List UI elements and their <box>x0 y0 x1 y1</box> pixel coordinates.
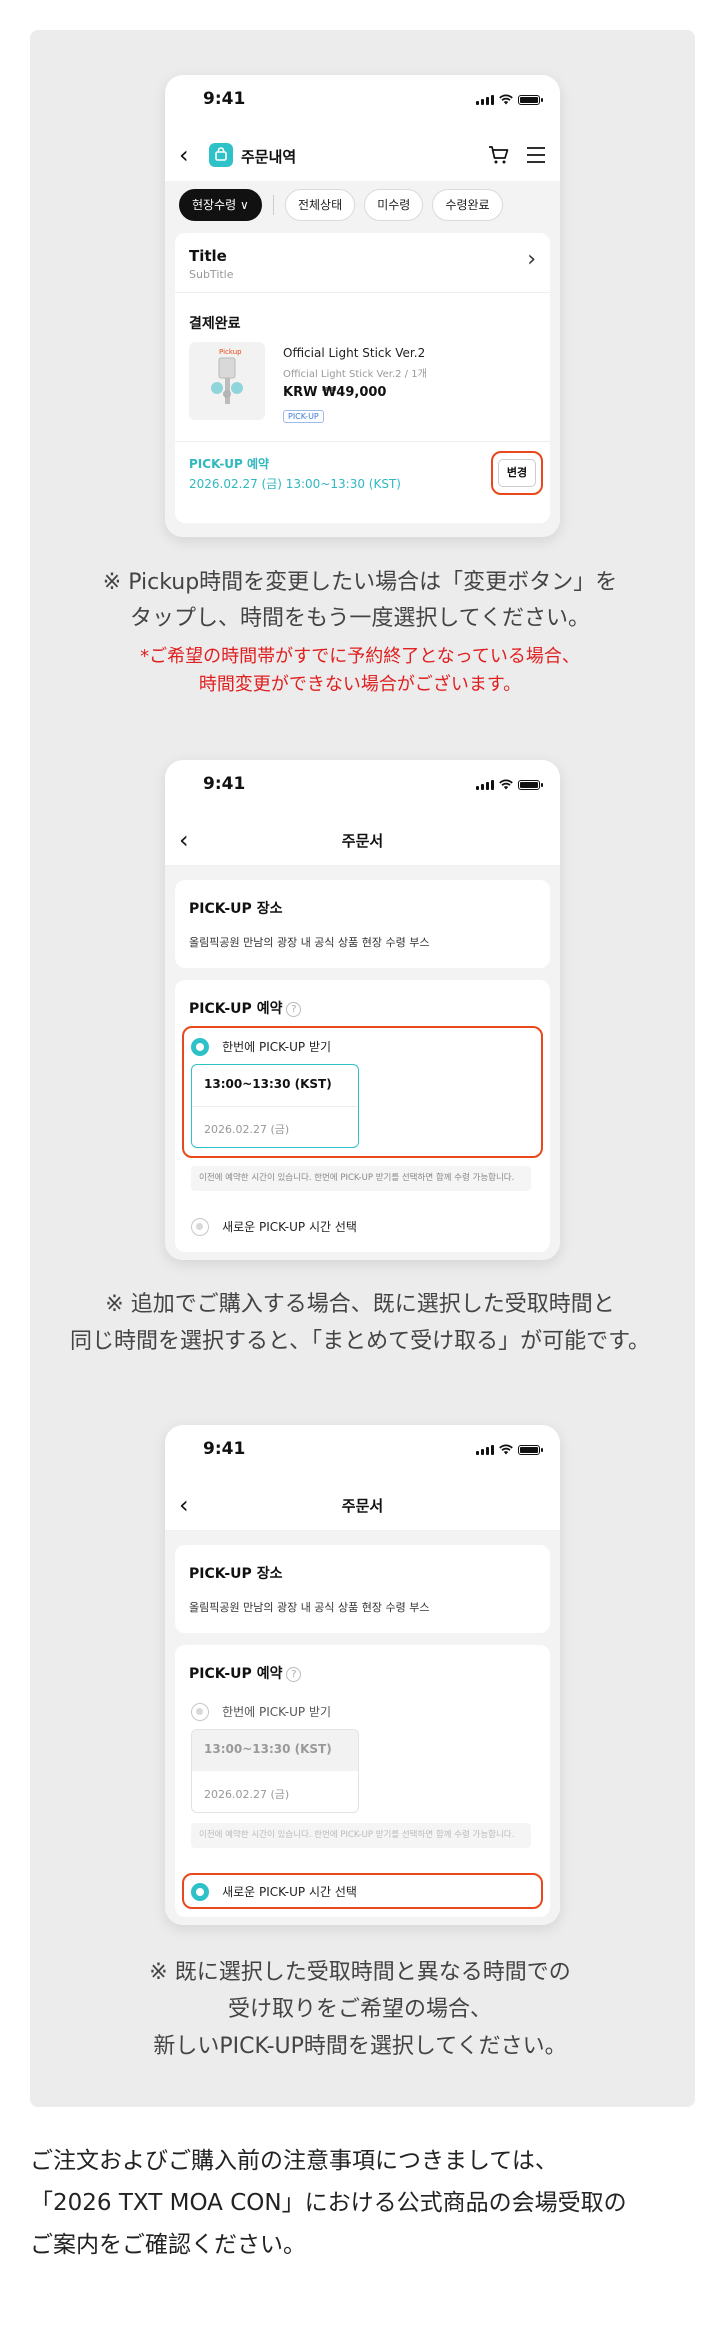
pickup-reserve-title: PICK-UP 예약? <box>189 998 302 1018</box>
menu-icon[interactable] <box>526 146 546 164</box>
content-area: PICK-UP 장소 올림픽공원 만남의 광장 내 공식 상품 현장 수령 부스… <box>165 866 560 1260</box>
content-area: 현장수령 ∨ 전체상태 미수령 수령완료 Title SubTitle › 결제… <box>165 181 560 537</box>
content-area: PICK-UP 장소 올림픽공원 만남의 광장 내 공식 상품 현장 수령 부스… <box>165 1531 560 1925</box>
shop-bag-icon <box>209 143 233 167</box>
nav-bar: ‹ 주문내역 <box>165 133 560 181</box>
order-title: Title <box>189 247 227 265</box>
battery-icon <box>518 779 543 790</box>
product-name: Official Light Stick Ver.2 <box>283 346 426 360</box>
phone-order-form-1: 9:41 ‹ 주문서 PICK-UP 장소 올림픽공원 만남의 광장 내 공식 … <box>165 760 560 1260</box>
filter-chip-row: 현장수령 ∨ 전체상태 미수령 수령완료 <box>179 189 507 221</box>
card-divider <box>175 441 550 442</box>
caption-2-line-1: ※ 追加でご購入する場合、既に選択した受取時間と <box>105 1292 615 1317</box>
radio-unselected-icon <box>191 1702 209 1721</box>
footer-line-1: ご注文およびご購入前の注意事項につきましては、 <box>30 2148 558 2174</box>
help-icon[interactable]: ? <box>286 1001 302 1017</box>
help-icon[interactable]: ? <box>286 1666 302 1682</box>
signal-icon <box>476 779 494 790</box>
pickup-place-desc: 올림픽공원 만남의 광장 내 공식 상품 현장 수령 부스 <box>189 1601 430 1614</box>
new-time-option-highlight <box>182 1873 543 1909</box>
caption-3-line-2: 受け取りをご希望の場合、 <box>227 1997 492 2022</box>
signal-icon <box>476 1444 494 1455</box>
caption-3-line-1: ※ 既に選択した受取時間と異なる時間での <box>149 1960 571 1985</box>
product-price: KRW ₩49,000 <box>283 385 387 400</box>
status-time: 9:41 <box>203 774 246 794</box>
previous-reservation-info: 이전에 예약한 시간이 있습니다. 한번에 PICK-UP 받기를 선택하면 함… <box>191 1166 531 1191</box>
chevron-right-icon: › <box>527 247 536 272</box>
chip-divider <box>272 194 274 215</box>
order-subtitle: SubTitle <box>189 268 234 281</box>
caption-1-line-2: タップし、時間をもう一度選択してください。 <box>129 606 591 631</box>
pickup-place-card: PICK-UP 장소 올림픽공원 만남의 광장 내 공식 상품 현장 수령 부스 <box>175 880 550 968</box>
pickup-reserve-title: PICK-UP 예약? <box>189 1663 302 1683</box>
status-time: 9:41 <box>203 1439 246 1459</box>
filter-chip-all[interactable]: 전체상태 <box>284 189 356 221</box>
caption-1-note-1: *ご希望の時間帯がすでに予約終了となっている場合、 <box>140 646 580 667</box>
previous-reservation-info: 이전에 예약한 시간이 있습니다. 한번에 PICK-UP 받기를 선택하면 함… <box>191 1823 531 1848</box>
pickup-reserve-title-text: PICK-UP 예약 <box>189 1666 283 1682</box>
product-image-label: Pickup <box>219 348 242 356</box>
wifi-icon <box>499 779 513 790</box>
filter-chip-unreceived[interactable]: 미수령 <box>364 189 424 221</box>
pickup-reserve-title-text: PICK-UP 예약 <box>189 1001 283 1017</box>
option-new-time-label: 새로운 PICK-UP 시간 선택 <box>222 1220 357 1234</box>
status-time: 9:41 <box>203 89 246 109</box>
option-bundle-pickup[interactable]: 한번에 PICK-UP 받기 <box>191 1701 331 1721</box>
option-bundle-label: 한번에 PICK-UP 받기 <box>222 1705 332 1719</box>
order-card: Title SubTitle › 결제완료 Pickup Official Li <box>175 233 550 523</box>
footer-line-3: ご案内をご確認ください。 <box>30 2232 306 2258</box>
phone-order-history: 9:41 ‹ 주문내역 현장수령 ∨ 전체상태 미수령 수령완료 Title S… <box>165 75 560 537</box>
status-bar: 9:41 <box>165 1425 560 1483</box>
order-header[interactable]: Title SubTitle › <box>175 233 550 293</box>
pickup-place-title: PICK-UP 장소 <box>189 1566 283 1582</box>
caption-3-line-3: 新しいPICK-UP時間を選択してください。 <box>153 2034 567 2059</box>
phone-order-form-2: 9:41 ‹ 주문서 PICK-UP 장소 올림픽공원 만남의 광장 내 공식 … <box>165 1425 560 1925</box>
footer-notice: ご注文およびご購入前の注意事項につきましては、 「2026 TXT MOA CO… <box>30 2140 700 2266</box>
pickup-place-desc: 올림픽공원 만남의 광장 내 공식 상품 현장 수령 부스 <box>189 936 430 949</box>
page-title: 주문서 <box>341 832 384 850</box>
back-icon[interactable]: ‹ <box>179 141 189 169</box>
pickup-label: PICK-UP 예약 <box>189 457 270 471</box>
time-slot-card[interactable]: 13:00~13:30 (KST) 2026.02.27 (금) <box>191 1729 359 1813</box>
wifi-icon <box>499 1444 513 1455</box>
filter-chip-pickup[interactable]: 현장수령 ∨ <box>179 189 262 221</box>
caption-2-line-2: 同じ時間を選択すると、「まとめて受け取る」が可能です。 <box>70 1329 650 1354</box>
pickup-time: 2026.02.27 (금) 13:00~13:30 (KST) <box>189 477 401 491</box>
product-option: Official Light Stick Ver.2 / 1개 <box>283 369 427 380</box>
signal-icon <box>476 94 494 105</box>
page-title: 주문서 <box>341 1497 384 1515</box>
pickup-reserve-card: PICK-UP 예약? 한번에 PICK-UP 받기 13:00~13:30 (… <box>175 1645 550 1917</box>
caption-1-note-2: 時間変更ができない場合がございます。 <box>198 674 522 695</box>
slot-date: 2026.02.27 (금) <box>204 1788 290 1801</box>
nav-bar: ‹ 주문서 <box>165 1483 560 1531</box>
status-bar: 9:41 <box>165 75 560 133</box>
bundle-option-highlight <box>182 1026 543 1158</box>
caption-1-line-1: ※ Pickup時間を変更したい場合は「変更ボタン」を <box>102 570 618 595</box>
status-bar: 9:41 <box>165 760 560 818</box>
change-button-highlight <box>491 451 543 495</box>
pickup-badge: PICK-UP <box>283 410 324 423</box>
slot-time: 13:00~13:30 (KST) <box>204 1742 332 1756</box>
guide-panel: 9:41 ‹ 주문내역 현장수령 ∨ 전체상태 미수령 수령완료 Title S… <box>30 30 695 2107</box>
pickup-reserve-card: PICK-UP 예약? 한번에 PICK-UP 받기 13:00~13:30 (… <box>175 980 550 1252</box>
filter-chip-received[interactable]: 수령완료 <box>432 189 503 221</box>
wifi-icon <box>499 94 513 105</box>
order-status: 결제완료 <box>189 316 241 332</box>
pickup-place-card: PICK-UP 장소 올림픽공원 만남의 광장 내 공식 상품 현장 수령 부스 <box>175 1545 550 1633</box>
pickup-place-title: PICK-UP 장소 <box>189 901 283 917</box>
battery-icon <box>518 1444 543 1455</box>
battery-icon <box>518 94 543 105</box>
page-title: 주문내역 <box>241 148 297 166</box>
nav-bar: ‹ 주문서 <box>165 818 560 866</box>
option-new-time[interactable]: 새로운 PICK-UP 시간 선택 <box>191 1216 357 1236</box>
cart-icon[interactable] <box>488 145 510 165</box>
product-image: Pickup <box>189 342 265 420</box>
footer-line-2: 「2026 TXT MOA CON」における公式商品の会場受取の <box>30 2190 627 2216</box>
radio-unselected-icon <box>191 1217 209 1236</box>
